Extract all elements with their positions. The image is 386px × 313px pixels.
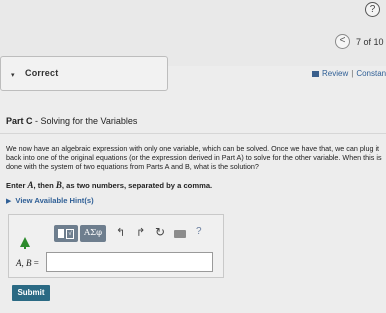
reset-icon[interactable]: ↻ bbox=[155, 225, 165, 239]
part-title: Part C - Solving for the Variables bbox=[6, 116, 137, 126]
answer-label-vars: A, B bbox=[16, 258, 32, 268]
instruction-mid: , then bbox=[33, 181, 56, 190]
redo-icon[interactable]: ↱ bbox=[136, 226, 145, 239]
correct-label: Correct bbox=[25, 68, 59, 78]
undo-icon[interactable]: ↰ bbox=[116, 226, 125, 239]
part-label: Part C bbox=[6, 116, 33, 126]
hints-label: View Available Hint(s) bbox=[15, 196, 94, 205]
cursor-arrow-stem bbox=[24, 245, 26, 249]
part-name: - Solving for the Variables bbox=[32, 116, 138, 126]
instruction-prefix: Enter bbox=[6, 181, 28, 190]
radical-icon: √ bbox=[66, 228, 74, 239]
template-box-icon bbox=[58, 229, 64, 239]
review-icon bbox=[312, 70, 319, 77]
symbols-button[interactable]: ΑΣφ bbox=[80, 225, 106, 242]
link-separator: | bbox=[351, 69, 354, 78]
pager-text: 7 of 10 bbox=[356, 37, 384, 47]
triangle-right-icon: ▶ bbox=[6, 198, 12, 205]
review-link[interactable]: Review bbox=[322, 69, 348, 78]
help-icon[interactable]: ? bbox=[365, 2, 380, 17]
toolbar-help-icon[interactable]: ? bbox=[196, 226, 202, 237]
constants-link[interactable]: Constan bbox=[356, 69, 386, 78]
question-text: We now have an algebraic expression with… bbox=[6, 144, 382, 171]
divider bbox=[0, 133, 386, 134]
correct-panel[interactable]: ▾ Correct bbox=[0, 56, 168, 91]
instruction-text: Enter A, then B, as two numbers, separat… bbox=[6, 180, 212, 190]
keyboard-icon[interactable] bbox=[174, 230, 186, 238]
previous-item-button[interactable]: < bbox=[335, 34, 350, 49]
answer-input[interactable] bbox=[46, 252, 213, 272]
instruction-suffix: , as two numbers, separated by a comma. bbox=[61, 181, 213, 190]
answer-label: A, B = bbox=[16, 258, 39, 268]
view-hints-link[interactable]: ▶ View Available Hint(s) bbox=[6, 196, 94, 205]
submit-button[interactable]: Submit bbox=[12, 285, 50, 301]
review-constants-links: Review | Constan bbox=[312, 69, 386, 78]
templates-button[interactable]: √ bbox=[54, 225, 78, 242]
answer-label-eq: = bbox=[31, 258, 39, 268]
chevron-down-icon: ▾ bbox=[11, 72, 15, 79]
